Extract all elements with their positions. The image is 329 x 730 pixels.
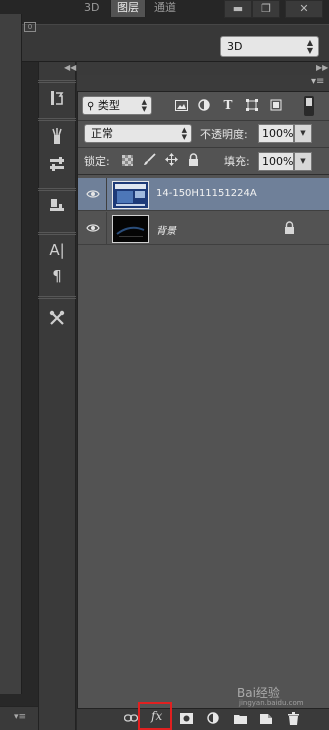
tool-preset-icon[interactable] bbox=[47, 308, 67, 328]
minimize-button[interactable]: ▬ bbox=[224, 0, 252, 18]
blend-mode-value: 正常 bbox=[91, 127, 113, 140]
divider bbox=[78, 174, 329, 175]
trash-icon[interactable] bbox=[286, 711, 300, 725]
tab-layers[interactable]: 图层 bbox=[110, 0, 146, 17]
vertical-ruler bbox=[0, 14, 22, 694]
tab-channels[interactable]: 通道 bbox=[154, 0, 176, 17]
visibility-column-divider bbox=[106, 178, 107, 211]
layer-thumbnail[interactable] bbox=[112, 215, 149, 243]
fill-label: 填充: bbox=[224, 155, 250, 168]
workspace-select[interactable]: 3D ▲ ▼ bbox=[220, 36, 319, 57]
divider bbox=[78, 147, 329, 148]
visibility-column-divider bbox=[106, 212, 107, 245]
fill-input[interactable]: 100% bbox=[258, 152, 294, 171]
blend-mode-select[interactable]: 正常 ▲ ▼ bbox=[84, 124, 192, 143]
tab-3d[interactable]: 3D bbox=[84, 0, 99, 17]
layer-thumbnail[interactable] bbox=[112, 181, 149, 209]
layer-row[interactable]: 14-150H11151224A bbox=[78, 178, 329, 211]
filter-value: 类型 bbox=[97, 99, 120, 112]
fx-button[interactable]: fx bbox=[151, 709, 162, 723]
updown-arrows-icon: ▲ ▼ bbox=[181, 126, 187, 141]
tool-group-divider bbox=[38, 232, 76, 235]
tool-group-divider bbox=[38, 118, 76, 121]
fill-dropdown-button[interactable]: ▼ bbox=[294, 152, 312, 171]
tool-group-divider bbox=[38, 188, 76, 191]
layer-row[interactable]: 背景 bbox=[78, 212, 329, 245]
ruler-origin-label: 0 bbox=[24, 22, 36, 32]
tool-group-divider bbox=[38, 296, 76, 299]
options-bar: 3D ▲ ▼ bbox=[0, 24, 329, 62]
character-icon[interactable]: A| bbox=[47, 240, 67, 260]
mask-icon[interactable] bbox=[179, 711, 193, 725]
panel-menu-icon[interactable]: ▾≡ bbox=[311, 76, 324, 87]
tool-group-divider bbox=[38, 80, 76, 83]
opacity-dropdown-button[interactable]: ▼ bbox=[294, 124, 312, 143]
new-fill-icon[interactable] bbox=[206, 711, 220, 725]
shape-filter-icon[interactable] bbox=[245, 98, 259, 112]
lock-all-icon[interactable] bbox=[187, 153, 200, 166]
panel-tabs bbox=[77, 75, 329, 92]
search-icon: ⚲ bbox=[87, 101, 95, 112]
opacity-input[interactable]: 100% bbox=[258, 124, 294, 143]
image-filter-icon[interactable] bbox=[174, 98, 188, 112]
folder-icon[interactable] bbox=[233, 711, 247, 725]
lock-icon bbox=[284, 221, 296, 235]
adjust-icon[interactable] bbox=[47, 154, 67, 174]
adjustment-filter-icon[interactable] bbox=[197, 98, 211, 112]
maximize-button[interactable]: ❐ bbox=[252, 0, 280, 18]
eye-icon[interactable] bbox=[86, 187, 100, 201]
lock-label: 锁定: bbox=[84, 155, 110, 168]
type-filter-icon[interactable]: T bbox=[221, 98, 235, 112]
expand-icon[interactable]: ▶▶ bbox=[316, 63, 328, 72]
eye-icon[interactable] bbox=[86, 221, 100, 235]
new-layer-icon[interactable] bbox=[259, 711, 273, 725]
lock-transparent-icon[interactable] bbox=[122, 155, 133, 166]
workspace-value: 3D bbox=[227, 40, 243, 53]
layer-name[interactable]: 背景 bbox=[156, 222, 176, 237]
layer-name[interactable]: 14-150H11151224A bbox=[156, 188, 257, 199]
paragraph-icon[interactable]: ¶ bbox=[47, 266, 67, 286]
lock-position-icon[interactable] bbox=[165, 153, 178, 166]
layer-filter-select[interactable]: ⚲ 类型 ▲ ▼ bbox=[82, 96, 152, 115]
brush-preset-icon[interactable] bbox=[47, 126, 67, 146]
updown-arrows-icon: ▲ ▼ bbox=[306, 38, 313, 55]
status-menu-icon[interactable]: ▾≡ bbox=[14, 712, 26, 722]
updown-arrows-icon: ▲ ▼ bbox=[141, 98, 147, 113]
opacity-label: 不透明度: bbox=[200, 128, 248, 141]
lock-paint-icon[interactable] bbox=[143, 153, 156, 166]
link-icon[interactable] bbox=[124, 711, 138, 725]
close-button[interactable]: ✕ bbox=[285, 0, 323, 18]
watermark-subtext: jingyan.baidu.com bbox=[239, 699, 304, 707]
filter-toggle[interactable] bbox=[304, 96, 314, 116]
divider bbox=[78, 120, 329, 121]
panel-header-bar bbox=[77, 62, 329, 75]
collapse-icon[interactable]: ◀◀ bbox=[64, 63, 76, 72]
clone-source-icon[interactable] bbox=[47, 196, 67, 216]
history-icon[interactable] bbox=[47, 88, 67, 108]
smart-object-filter-icon[interactable] bbox=[269, 98, 283, 112]
